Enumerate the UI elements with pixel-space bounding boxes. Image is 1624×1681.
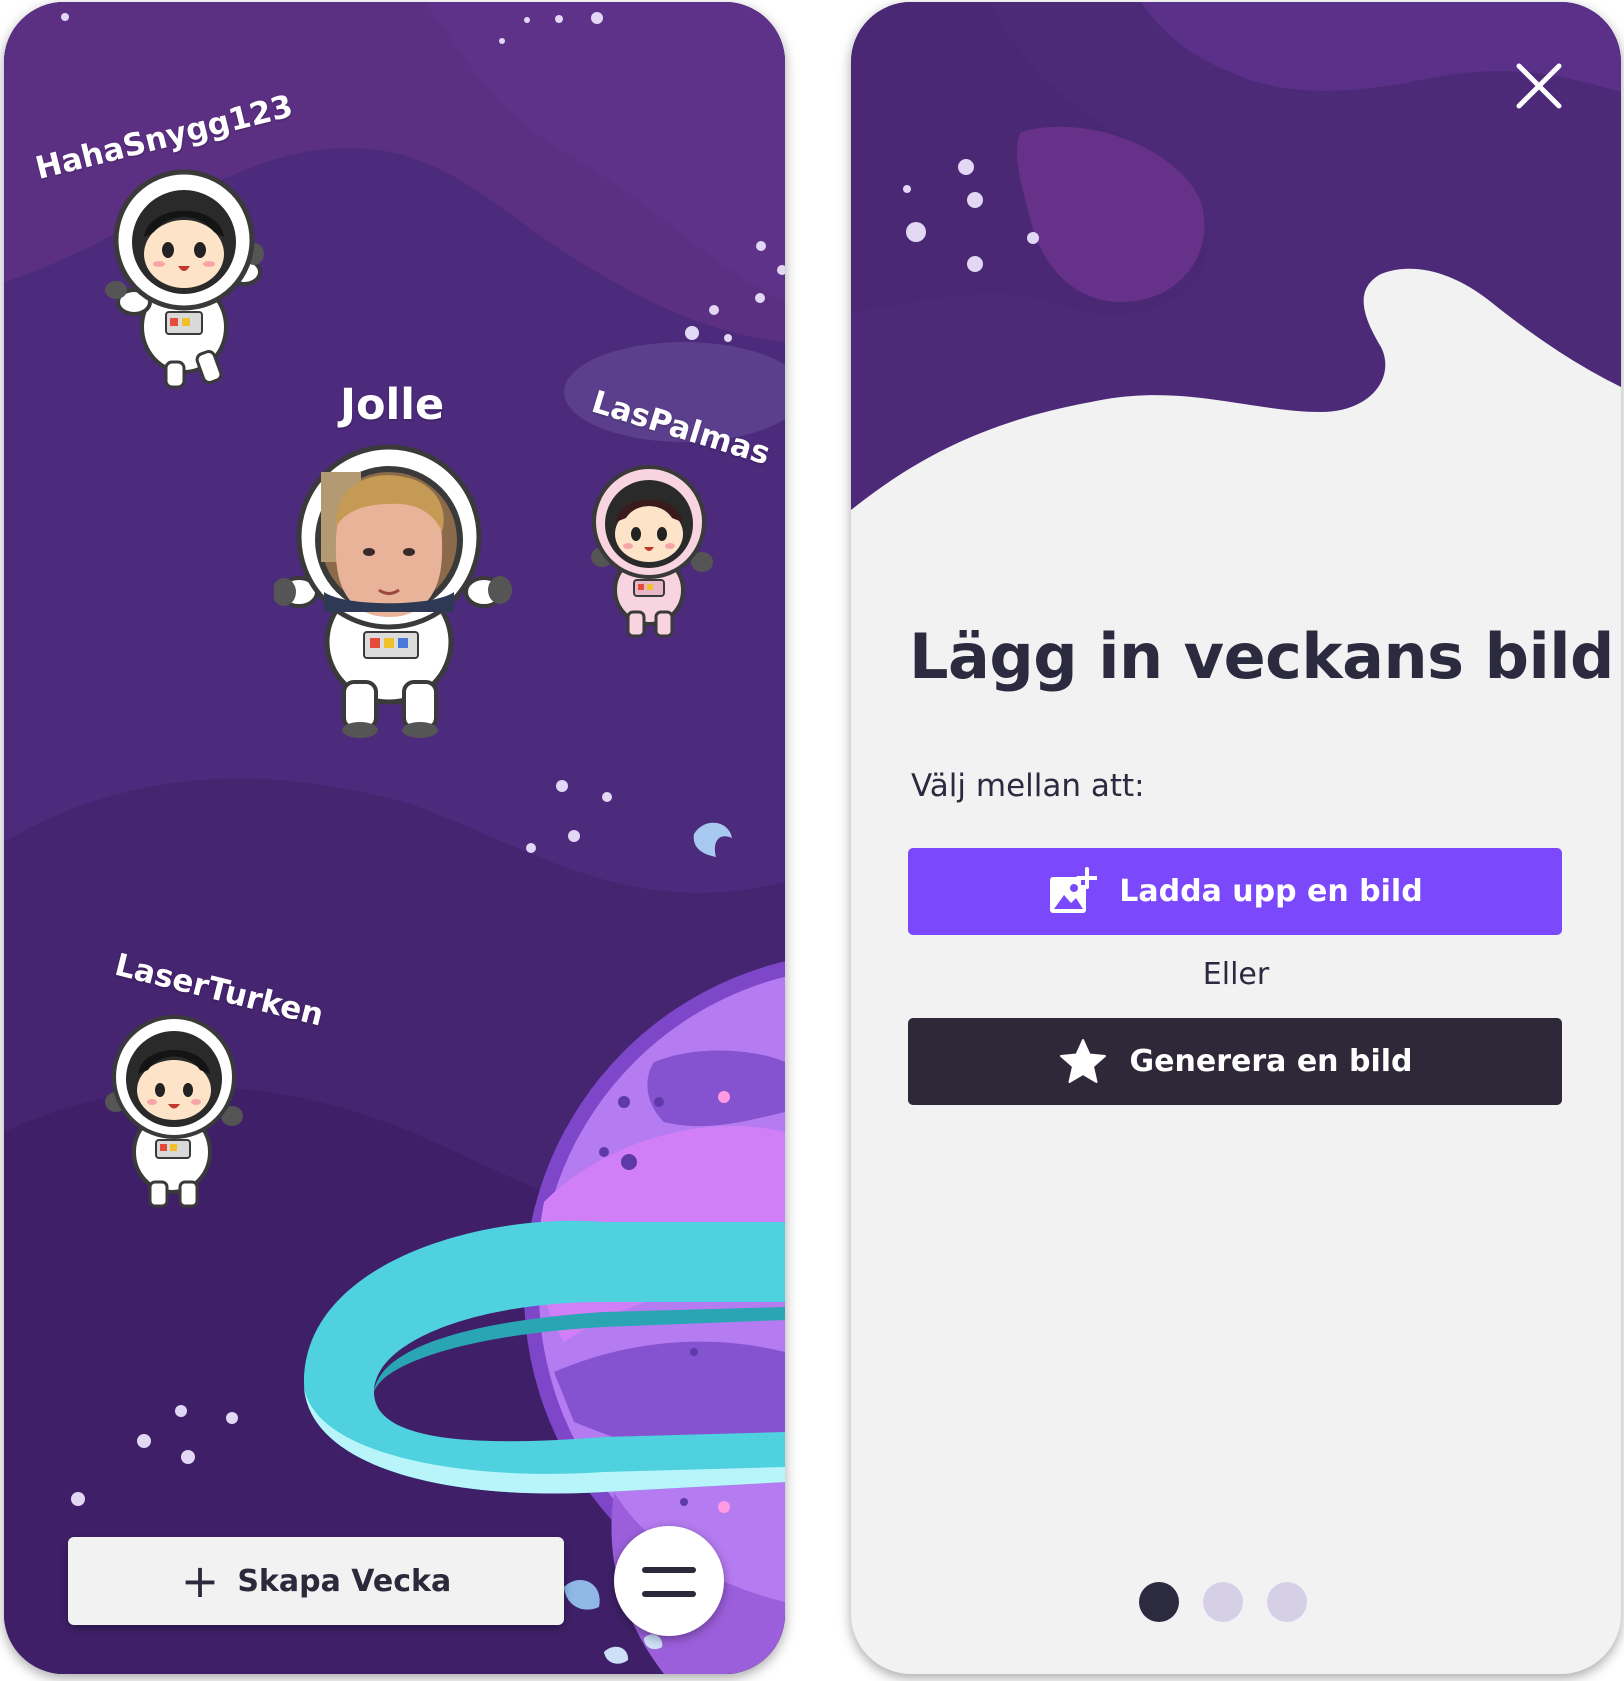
astronaut-avatar-pink[interactable] (584, 462, 724, 642)
page-indicator (1139, 1582, 1331, 1622)
space-home-screen: HahaSnygg123 Jolle LasPalmas LaserTurken… (4, 2, 785, 1674)
upload-image-label: Ladda upp en bild (1119, 874, 1423, 909)
generate-image-button[interactable]: Generera en bild (908, 1018, 1562, 1105)
astronaut-avatar[interactable] (102, 1012, 252, 1212)
star-icon (1059, 1038, 1106, 1083)
generate-image-label: Generera en bild (1129, 1044, 1413, 1079)
choice-instruction: Välj mellan att: (911, 768, 1145, 804)
plus-icon: + (180, 1554, 220, 1608)
username-label: Jolle (340, 380, 445, 430)
create-week-button[interactable]: + Skapa Vecka (68, 1537, 564, 1625)
upload-image-button[interactable]: Ladda upp en bild (908, 848, 1562, 935)
menu-button[interactable] (614, 1526, 724, 1636)
astronaut-photo-avatar[interactable] (274, 442, 514, 742)
header-wave-background (851, 2, 1621, 510)
page-dot[interactable] (1267, 1582, 1307, 1622)
close-icon[interactable] (1515, 62, 1563, 110)
add-image-icon (1050, 866, 1098, 913)
page-title: Lägg in veckans bild! (909, 620, 1621, 693)
create-week-label: Skapa Vecka (237, 1563, 452, 1599)
page-dot[interactable] (1203, 1582, 1243, 1622)
astronaut-avatar[interactable] (104, 162, 274, 392)
upload-image-screen: Lägg in veckans bild! Välj mellan att: L… (851, 2, 1621, 1674)
page-dot-active[interactable] (1139, 1582, 1179, 1622)
or-separator: Eller (1202, 957, 1270, 992)
